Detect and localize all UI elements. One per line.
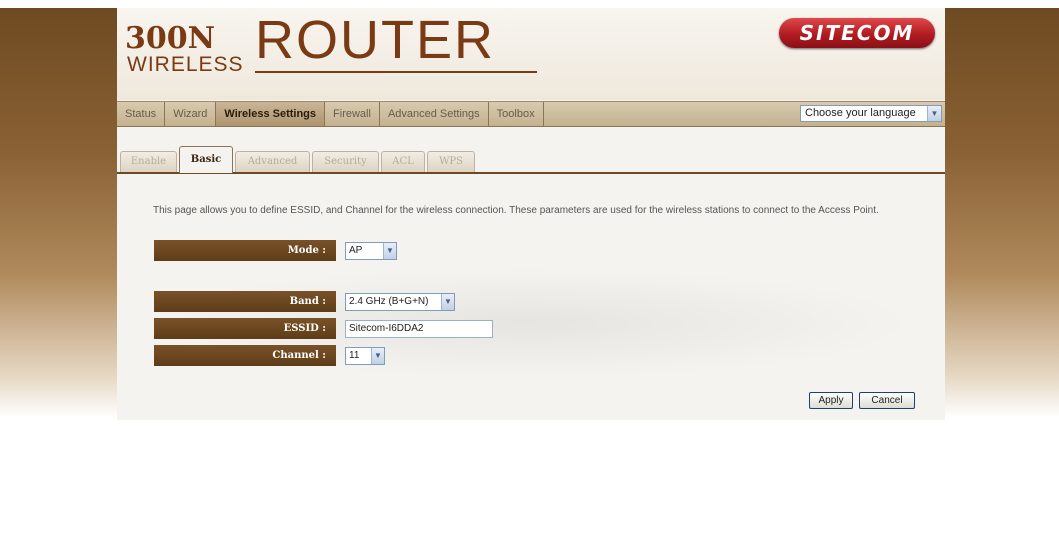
chevron-down-icon: ▼ xyxy=(927,106,941,121)
mode-select-value: AP xyxy=(349,245,363,256)
page-description: This page allows you to define ESSID, an… xyxy=(153,205,879,216)
logo-underline xyxy=(255,71,537,73)
tab-enable[interactable]: Enable xyxy=(120,151,177,172)
chevron-down-icon: ▼ xyxy=(441,294,454,310)
language-select[interactable]: Choose your language ▼ xyxy=(800,105,942,122)
menu-item-toolbox[interactable]: Toolbox xyxy=(489,102,544,126)
menu-item-wizard[interactable]: Wizard xyxy=(165,102,217,126)
channel-select[interactable]: 11 ▼ xyxy=(345,347,385,365)
menu-item-advanced-settings[interactable]: Advanced Settings xyxy=(380,102,489,126)
band-select-value: 2.4 GHz (B+G+N) xyxy=(349,296,429,307)
right-background-panel xyxy=(945,8,1059,418)
essid-input[interactable]: Sitecom-I6DDA2 xyxy=(345,320,493,338)
main-menu: Status Wizard Wireless Settings Firewall… xyxy=(117,101,945,127)
cancel-button[interactable]: Cancel xyxy=(859,392,915,409)
channel-select-value: 11 xyxy=(349,350,360,361)
brand-logo: SITECOM xyxy=(779,18,935,48)
tab-wps[interactable]: WPS xyxy=(427,151,475,172)
chevron-down-icon: ▼ xyxy=(383,243,396,259)
apply-button[interactable]: Apply xyxy=(809,392,853,409)
logo-300n: 300N xyxy=(125,21,216,56)
channel-label: Channel : xyxy=(154,345,336,366)
tab-basic[interactable]: Basic xyxy=(179,146,233,173)
sub-tabs: Enable Basic Advanced Security ACL WPS xyxy=(117,146,945,174)
left-background-panel xyxy=(0,8,117,418)
tab-advanced[interactable]: Advanced xyxy=(235,151,310,172)
main-content: 300N WIRELESS ROUTER SITECOM Status Wiza… xyxy=(117,8,945,420)
chevron-down-icon: ▼ xyxy=(371,348,384,364)
mode-label: Mode : xyxy=(154,240,336,261)
mode-select[interactable]: AP ▼ xyxy=(345,242,397,260)
tab-security[interactable]: Security xyxy=(312,151,379,172)
menu-item-wireless-settings[interactable]: Wireless Settings xyxy=(216,102,326,126)
tab-acl[interactable]: ACL xyxy=(381,151,425,172)
menu-item-status[interactable]: Status xyxy=(117,102,166,126)
language-select-value: Choose your language xyxy=(805,107,916,119)
band-label: Band : xyxy=(154,291,336,312)
header: 300N WIRELESS ROUTER SITECOM xyxy=(117,8,945,100)
band-select[interactable]: 2.4 GHz (B+G+N) ▼ xyxy=(345,293,455,311)
logo-router: ROUTER xyxy=(255,10,495,70)
essid-label: ESSID : xyxy=(154,318,336,339)
menu-item-firewall[interactable]: Firewall xyxy=(325,102,380,126)
logo-wireless: WIRELESS xyxy=(127,53,244,76)
